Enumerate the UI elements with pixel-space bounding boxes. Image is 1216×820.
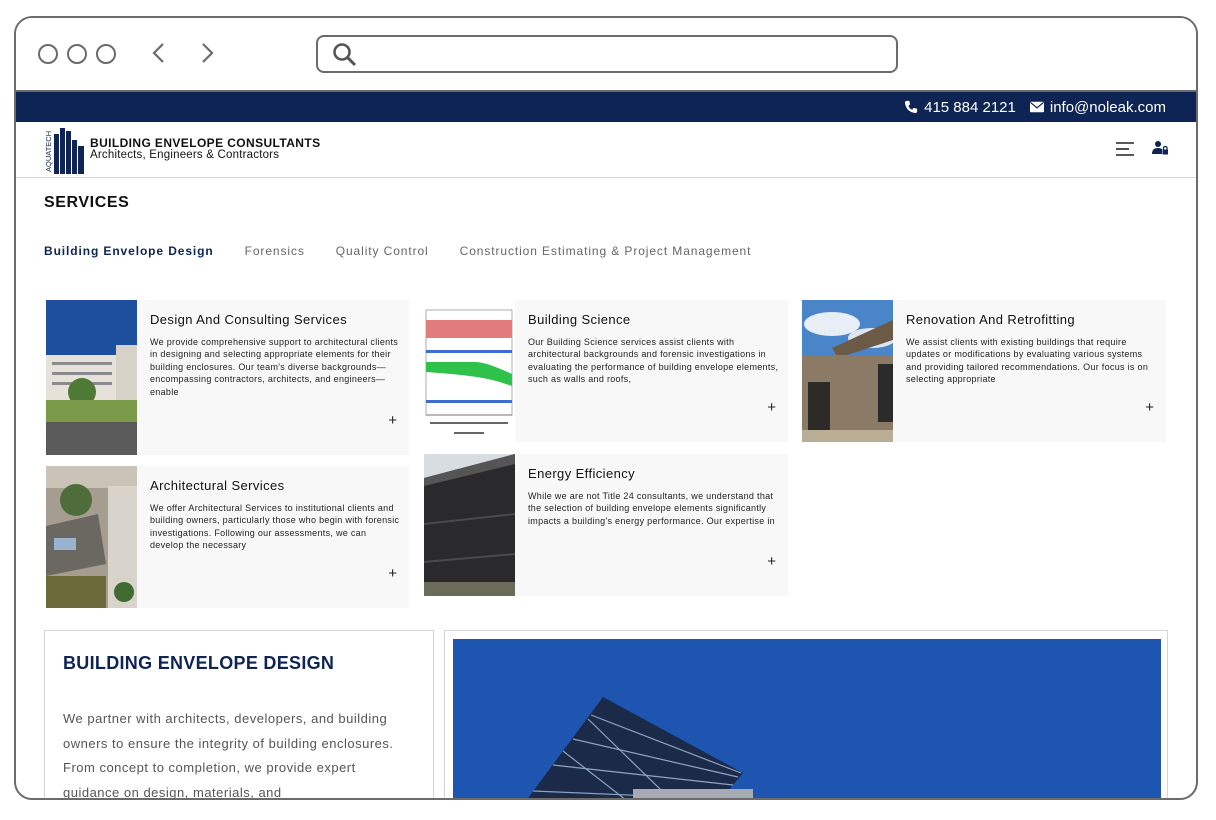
- card-description: We assist clients with existing building…: [906, 337, 1149, 385]
- card-title: Building Science: [528, 312, 631, 327]
- expand-plus-icon[interactable]: +: [388, 412, 397, 429]
- card-title: Design And Consulting Services: [150, 312, 347, 327]
- service-card-renovation[interactable]: Renovation And Retrofitting We assist cl…: [802, 300, 1166, 442]
- card-title: Energy Efficiency: [528, 466, 635, 481]
- window-minimize-button[interactable]: [67, 44, 87, 64]
- brand-title: BUILDING ENVELOPE CONSULTANTS: [90, 136, 321, 150]
- card-description: Our Building Science services assist cli…: [528, 337, 779, 385]
- hamburger-menu-icon[interactable]: [1116, 142, 1134, 156]
- service-card-design-consulting[interactable]: Design And Consulting Services We provid…: [46, 300, 409, 455]
- user-lock-icon[interactable]: [1152, 140, 1168, 156]
- expand-plus-icon[interactable]: +: [388, 565, 397, 582]
- service-card-energy-efficiency[interactable]: Energy Efficiency While we are not Title…: [424, 454, 788, 596]
- feature-image-frame: [444, 630, 1168, 798]
- hygrothermal-chart-image: [424, 300, 515, 442]
- phone-number: 415 884 2121: [924, 98, 1016, 116]
- card-description: We offer Architectural Services to insti…: [150, 503, 400, 551]
- solar-canopy-photo: [453, 639, 1161, 798]
- window-close-button[interactable]: [38, 44, 58, 64]
- card-title: Architectural Services: [150, 478, 285, 493]
- address-bar[interactable]: [316, 35, 898, 73]
- search-icon: [333, 43, 357, 67]
- back-arrow-icon[interactable]: [146, 40, 172, 66]
- company-logo[interactable]: AQUATECH: [44, 126, 88, 174]
- service-card-building-science[interactable]: Building Science Our Building Science se…: [424, 300, 788, 442]
- phone-link[interactable]: 415 884 2121: [904, 99, 1016, 116]
- service-card-architectural[interactable]: Architectural Services We offer Architec…: [46, 466, 409, 608]
- expand-plus-icon[interactable]: +: [1145, 399, 1154, 416]
- browser-window: 415 884 2121 info@noleak.com AQUATECH BU…: [14, 16, 1198, 800]
- feature-body: We partner with architects, developers, …: [63, 711, 394, 800]
- services-tabs: Building Envelope Design Forensics Quali…: [44, 244, 751, 258]
- site-header: AQUATECH BUILDING ENVELOPE CONSULTANTS A…: [16, 122, 1196, 178]
- renovation-photo: [802, 300, 893, 442]
- logo-wordmark: AQUATECH: [44, 131, 53, 172]
- expand-plus-icon[interactable]: +: [767, 399, 776, 416]
- card-title: Renovation And Retrofitting: [906, 312, 1076, 327]
- tab-quality-control[interactable]: Quality Control: [336, 244, 429, 258]
- aerial-roof-photo: [46, 466, 137, 608]
- tab-forensics[interactable]: Forensics: [245, 244, 305, 258]
- email-link[interactable]: info@noleak.com: [1029, 98, 1166, 116]
- email-address: info@noleak.com: [1049, 98, 1166, 116]
- phone-icon: [904, 100, 918, 114]
- building-photo: [46, 300, 137, 455]
- card-description: While we are not Title 24 consultants, w…: [528, 491, 775, 526]
- card-description: We provide comprehensive support to arch…: [150, 337, 399, 397]
- brand-subtitle: Architects, Engineers & Contractors: [90, 149, 280, 161]
- forward-arrow-icon[interactable]: [194, 40, 220, 66]
- tab-building-envelope-design[interactable]: Building Envelope Design: [44, 244, 214, 258]
- window-maximize-button[interactable]: [96, 44, 116, 64]
- expand-plus-icon[interactable]: +: [767, 553, 776, 570]
- browser-toolbar: [16, 18, 1196, 92]
- feature-heading: BUILDING ENVELOPE DESIGN: [63, 653, 335, 673]
- tab-construction-estimating[interactable]: Construction Estimating & Project Manage…: [460, 244, 752, 258]
- services-heading: SERVICES: [44, 194, 130, 211]
- contact-bar: 415 884 2121 info@noleak.com: [16, 92, 1196, 122]
- envelope-icon: [1029, 101, 1044, 113]
- metal-panel-photo: [424, 454, 515, 596]
- feature-panel: BUILDING ENVELOPE DESIGN We partner with…: [44, 630, 434, 800]
